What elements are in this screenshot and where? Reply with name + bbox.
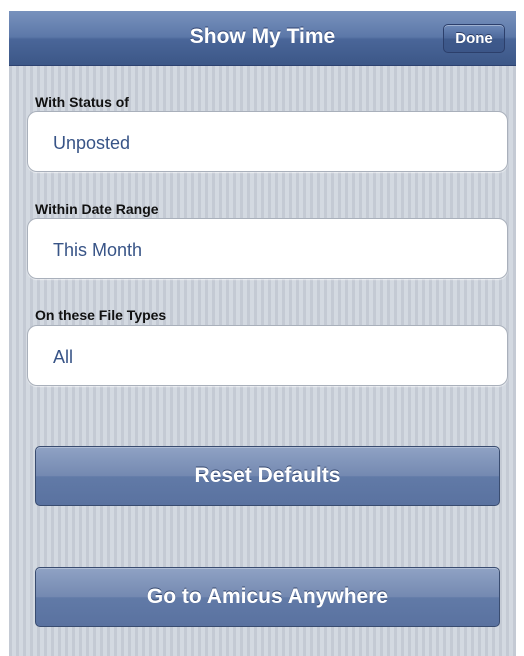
- status-field[interactable]: Unposted: [27, 111, 508, 172]
- done-button[interactable]: Done: [443, 24, 505, 53]
- show-my-time-screen: Show My Time Done With Status of Unposte…: [9, 11, 516, 656]
- page-title: Show My Time: [189, 25, 336, 48]
- status-value: Unposted: [53, 133, 131, 153]
- date-range-field[interactable]: This Month: [27, 218, 508, 279]
- reset-defaults-button[interactable]: Reset Defaults: [35, 446, 500, 506]
- date-range-label: Within Date Range: [35, 201, 159, 217]
- file-types-label: On these File Types: [35, 307, 167, 323]
- file-types-value: All: [53, 347, 74, 367]
- status-label: With Status of: [35, 94, 129, 110]
- date-range-value: This Month: [53, 240, 143, 260]
- go-to-amicus-anywhere-button[interactable]: Go to Amicus Anywhere: [35, 567, 500, 627]
- file-types-field[interactable]: All: [27, 325, 508, 386]
- navigation-bar: Show My Time Done: [9, 11, 516, 66]
